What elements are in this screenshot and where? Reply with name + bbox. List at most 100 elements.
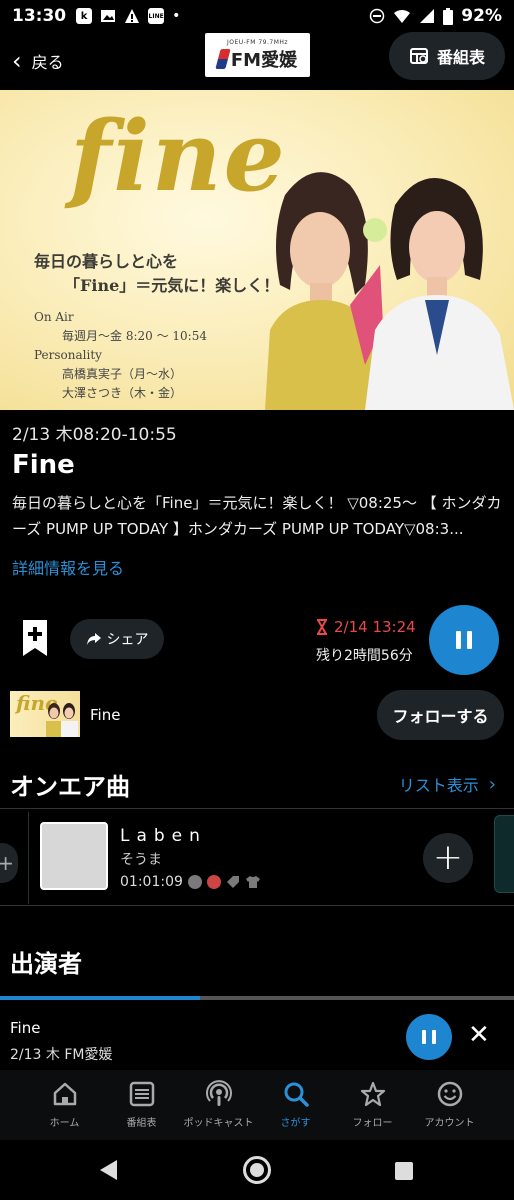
notification-icons: k LINE • bbox=[76, 8, 180, 24]
share-button[interactable]: シェア bbox=[70, 619, 164, 659]
logo-frequency: JOEU-FM 79.7MHz bbox=[226, 38, 289, 46]
home-icon bbox=[53, 1082, 76, 1106]
details-link[interactable]: 詳細情報を見る bbox=[12, 555, 124, 579]
nav-item-home[interactable]: ホーム bbox=[26, 1070, 103, 1140]
nav-label-search: さがす bbox=[280, 1118, 311, 1129]
dnd-icon bbox=[370, 8, 385, 24]
timer-deadline-text: 2/14 13:24 bbox=[334, 618, 416, 636]
battery-percent: 92% bbox=[461, 6, 502, 26]
chevron-right-icon: › bbox=[488, 773, 496, 795]
list-view-link[interactable]: リスト表示 › bbox=[399, 772, 496, 796]
track-block-icon[interactable] bbox=[206, 875, 221, 889]
mini-pause-button[interactable] bbox=[406, 1014, 452, 1060]
follow-button[interactable]: フォローする bbox=[377, 690, 504, 740]
program-datetime: 2/13 木08:20-10:55 bbox=[12, 425, 177, 445]
logo-text-wrap: FM愛媛 bbox=[215, 46, 298, 72]
nav-label-account: アカウント bbox=[424, 1118, 475, 1129]
schedule-label: 番組表 bbox=[436, 48, 485, 67]
schedule-button[interactable]: 番組表 bbox=[389, 32, 505, 80]
program-hero-image: fine 毎日の暮らしと心を 「Fine」＝元気に！楽しく！ On Air 毎週… bbox=[0, 90, 514, 410]
nav-item-search[interactable]: さがす bbox=[257, 1070, 334, 1140]
search-icon bbox=[284, 1082, 309, 1107]
mini-player-title: Fine bbox=[10, 1019, 41, 1037]
share-label: シェア bbox=[106, 632, 149, 648]
nav-item-follow[interactable]: フォロー bbox=[334, 1070, 411, 1140]
chevron-left-icon: ‹ bbox=[12, 47, 22, 75]
bottom-nav: ホーム 番組表 ポッドキャスト さがす フォロー アカウント bbox=[0, 1070, 514, 1140]
nav-item-account[interactable]: アカウント bbox=[411, 1070, 488, 1140]
hero-tagline-2: 「Fine」＝元気に！楽しく！ bbox=[64, 276, 280, 295]
nav-label-follow: フォロー bbox=[352, 1118, 393, 1129]
smile-icon bbox=[437, 1081, 462, 1107]
track-artist: そうま bbox=[120, 852, 162, 868]
system-status-icons: 92% bbox=[369, 6, 502, 26]
track-artwork bbox=[40, 822, 108, 890]
follow-program-name: Fine bbox=[90, 706, 121, 724]
program-thumbnail[interactable]: fine bbox=[10, 691, 80, 737]
nav-label-podcast: ポッドキャスト bbox=[183, 1118, 254, 1129]
share-arrow-icon bbox=[86, 633, 101, 645]
host-photo-2 bbox=[363, 178, 514, 410]
warning-icon bbox=[125, 9, 140, 23]
image-icon bbox=[101, 10, 116, 22]
system-recents-icon[interactable] bbox=[395, 1162, 413, 1180]
track-name: Laben bbox=[120, 826, 207, 846]
list-icon bbox=[129, 1081, 154, 1107]
divider bbox=[0, 905, 514, 906]
prev-track-card[interactable]: + bbox=[0, 843, 18, 883]
divider bbox=[0, 808, 514, 809]
k-app-icon: k bbox=[76, 8, 93, 24]
station-logo: JOEU-FM 79.7MHz FM愛媛 bbox=[205, 33, 310, 77]
bookmark-add-icon[interactable] bbox=[18, 618, 52, 658]
tag-icon[interactable] bbox=[226, 875, 240, 889]
hero-info: On Air 毎週月～金 8:20 ～ 10:54 Personality 高橋… bbox=[34, 308, 207, 403]
battery-icon bbox=[443, 7, 454, 25]
pause-icon bbox=[456, 631, 472, 649]
program-title: Fine bbox=[12, 450, 75, 480]
schedule-icon bbox=[409, 48, 428, 64]
track-time-row: 01:01:09 bbox=[120, 874, 261, 890]
program-description: 毎日の暮らしと心を「Fine」＝元気に！楽しく！ ▽08:25～ 【 ホンダカー… bbox=[12, 494, 502, 538]
next-track-card[interactable] bbox=[494, 815, 514, 893]
wifi-icon bbox=[394, 9, 411, 23]
star-icon bbox=[360, 1081, 385, 1107]
add-track-button[interactable]: + bbox=[423, 833, 473, 883]
thumbnail-hosts bbox=[46, 703, 78, 737]
nav-label-home: ホーム bbox=[49, 1118, 80, 1129]
logo-flag-icon bbox=[215, 48, 231, 69]
pause-button[interactable] bbox=[429, 605, 499, 675]
on-air-time: 毎週月～金 8:20 ～ 10:54 bbox=[62, 329, 207, 343]
track-time: 01:01:09 bbox=[120, 874, 183, 890]
status-bar: 13:30 k LINE • 92% bbox=[0, 0, 514, 32]
track-info-icon[interactable] bbox=[187, 875, 202, 889]
podcast-icon bbox=[205, 1080, 232, 1106]
system-back-icon[interactable] bbox=[100, 1160, 117, 1180]
logo-text: FM愛媛 bbox=[230, 49, 298, 71]
mini-player-subtitle: 2/13 木 FM愛媛 bbox=[10, 1047, 113, 1063]
on-air-label: On Air bbox=[34, 310, 74, 324]
signal-icon bbox=[420, 9, 435, 23]
personality-1: 高橋真実子（月～水） bbox=[62, 367, 183, 381]
tshirt-icon[interactable] bbox=[245, 875, 261, 889]
back-label: 戻る bbox=[31, 53, 64, 72]
list-view-label: リスト表示 bbox=[398, 776, 479, 795]
personality-label: Personality bbox=[34, 348, 102, 362]
timer-deadline: 2/14 13:24 bbox=[316, 618, 416, 636]
remaining-time: 残り2時間56分 bbox=[316, 648, 413, 664]
app-header: ‹ 戻る JOEU-FM 79.7MHz FM愛媛 番組表 bbox=[0, 32, 514, 90]
hourglass-icon bbox=[317, 619, 327, 635]
cast-section-title: 出演者 bbox=[10, 950, 82, 978]
status-time: 13:30 bbox=[12, 6, 67, 26]
back-button[interactable]: ‹ 戻る bbox=[12, 47, 64, 75]
personality-2: 大澤さつき（木・金） bbox=[62, 386, 183, 400]
dot-icon: • bbox=[172, 8, 181, 24]
nav-item-schedule[interactable]: 番組表 bbox=[103, 1070, 180, 1140]
hero-tagline-1: 毎日の暮らしと心を bbox=[34, 252, 179, 271]
pause-icon bbox=[422, 1030, 436, 1044]
line-icon: LINE bbox=[148, 8, 165, 24]
onair-section-title: オンエア曲 bbox=[10, 773, 130, 801]
system-home-icon[interactable] bbox=[243, 1156, 271, 1184]
close-icon[interactable]: ✕ bbox=[468, 1020, 490, 1050]
nav-label-schedule: 番組表 bbox=[126, 1118, 157, 1129]
nav-item-podcast[interactable]: ポッドキャスト bbox=[180, 1070, 257, 1140]
